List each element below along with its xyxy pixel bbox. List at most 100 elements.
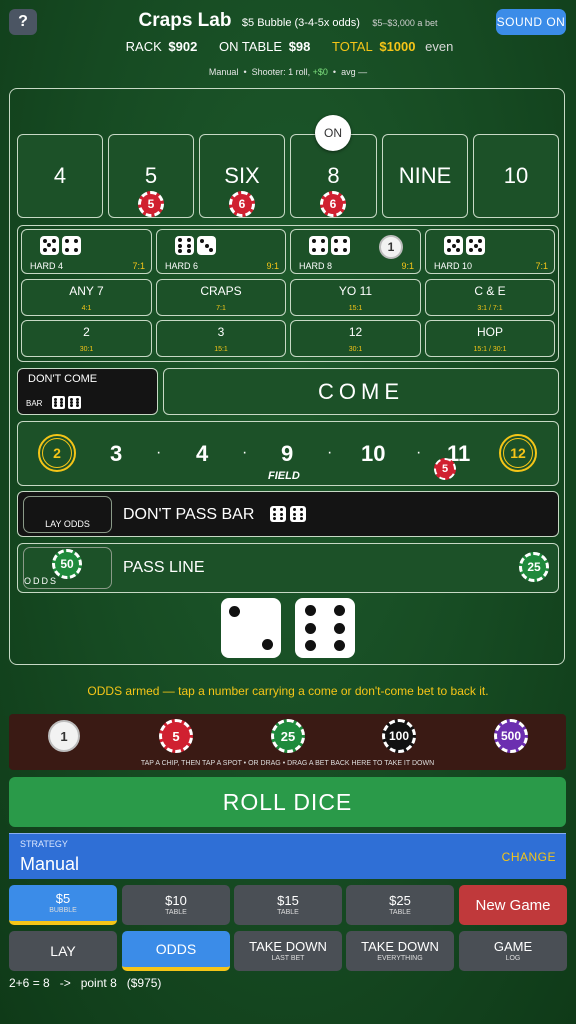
prop-name: 3 [217,325,225,339]
strategy-selector[interactable]: STRATEGY Manual CHANGE [9,833,566,879]
pass-odds-chip[interactable]: 50 [52,549,82,579]
strategy-caption: STRATEGY [20,839,68,849]
die-icon [270,506,286,522]
btn-sub-label: TABLE [277,908,299,916]
prop-odds: 4:1 [81,305,92,312]
prop-name: ANY 7 [69,284,104,298]
die-icon [221,598,281,658]
prop-odds: 15:1 [214,346,228,353]
on-puck: ON [315,115,351,151]
prop-odds: 30:1 [348,346,363,353]
dont-pass-label: DON'T PASS BAR [123,506,255,523]
field-dot: · [242,444,248,461]
hard-8[interactable]: 1 HARD 8 9:1 [290,229,421,274]
field-number: 9 [281,441,294,466]
pass-line-label: PASS LINE [123,559,205,576]
hard-6-label: HARD 6 [165,261,199,271]
sound-toggle-button[interactable]: SOUND ON [496,9,566,35]
prop-name: C & E [474,284,506,298]
prop-2[interactable]: 2 30:1 [21,320,152,357]
prop-c-and-e[interactable]: C & E 3:1 / 7:1 [425,279,555,316]
total-value: $1000 [379,39,416,54]
on-table-label: ON TABLE [218,39,283,54]
odds-button[interactable]: ODDS [122,931,230,971]
strategy-value: Manual [20,854,80,874]
hard-4[interactable]: HARD 4 7:1 [21,229,152,274]
prop-12[interactable]: 12 30:1 [290,320,421,357]
lay-odds-label: LAY ODDS [45,519,90,529]
lay-button[interactable]: LAY [9,931,117,971]
dont-come-label: DON'T COME [28,373,98,385]
place-6-label: SIX [224,163,260,188]
strategy-change-button[interactable]: CHANGE [502,850,556,864]
field-area[interactable]: 2 3 · 4 · 9 · 10 · 11 FIELD 12 [17,421,559,486]
pass-line-chip[interactable]: 25 [519,552,549,582]
hard-4-label: HARD 4 [30,261,64,271]
die-icon [466,236,485,255]
hard-6[interactable]: HARD 6 9:1 [156,229,286,274]
place-8-label: 8 [327,163,340,188]
rack-label: RACK [125,39,162,54]
btn-main-label: ODDS [155,941,197,957]
place-6-chip[interactable]: 6 [229,191,255,217]
hard-10[interactable]: HARD 10 7:1 [425,229,555,274]
place-10-label: 10 [503,163,529,188]
chip-tray-hint: TAP A CHIP, THEN TAP A SPOT • OR DRAG • … [140,760,435,767]
btn-main-label: GAME [493,938,533,954]
take-down-last-bet-button[interactable]: TAKE DOWN LAST BET [234,931,342,971]
table-min-5-button[interactable]: $5 BUBBLE [9,885,117,925]
dont-pass-bar-area[interactable]: LAY ODDS DON'T PASS BAR [17,491,559,537]
place-9[interactable]: NINE [382,134,468,218]
btn-sub-label: LOG [505,954,521,962]
tray-chip-1[interactable]: 1 [48,720,80,752]
place-9-label: NINE [398,163,452,188]
hard-8-label: HARD 8 [299,261,333,271]
field-ring-2-label: 2 [42,438,72,468]
dont-come-area[interactable]: DON'T COME BAR [17,368,158,415]
place-10[interactable]: 10 [473,134,559,218]
come-area[interactable]: COME [163,368,559,415]
prop-hop[interactable]: HOP 15:1 / 30:1 [425,320,555,357]
hard-8-chip[interactable]: 1 [379,235,403,259]
dont-come-bar-label: BAR [26,399,43,408]
tray-chip-500[interactable]: 500 [494,719,528,753]
tray-chip-100[interactable]: 100 [382,719,416,753]
prop-any-7[interactable]: ANY 7 4:1 [21,279,152,316]
bubble-info: $5 Bubble (3-4-5x odds) [241,17,360,29]
die-icon [290,506,306,522]
game-log-button[interactable]: GAME LOG [459,931,567,971]
btn-sub-label: EVERYTHING [377,954,423,962]
hard-10-odds: 7:1 [535,261,548,271]
prop-craps[interactable]: CRAPS 7:1 [156,279,286,316]
field-double-2-ring: 2 [38,434,76,472]
roll-dice-button[interactable]: ROLL DICE [9,777,566,827]
field-dot: · [156,444,162,461]
field-label: FIELD [268,470,300,482]
prop-name: 12 [348,325,363,339]
table-min-25-button[interactable]: $25 TABLE [346,885,454,925]
place-8-chip[interactable]: 6 [320,191,346,217]
place-4[interactable]: 4 [17,134,103,218]
lay-odds-well[interactable]: LAY ODDS [23,496,112,533]
table-min-10-button[interactable]: $10 TABLE [122,885,230,925]
prop-name: HOP [476,325,503,339]
take-down-everything-button[interactable]: TAKE DOWN EVERYTHING [346,931,454,971]
place-5-chip[interactable]: 5 [138,191,164,217]
tray-chip-25[interactable]: 25 [271,719,305,753]
field-triple-12-ring: 12 [499,434,537,472]
prop-3[interactable]: 3 15:1 [156,320,286,357]
prop-yo-11[interactable]: YO 11 15:1 [290,279,421,316]
pass-line-area[interactable]: ODDS PASS LINE [17,543,559,593]
status-mode: Manual [208,67,239,77]
die-icon [309,236,328,255]
title-row: Craps Lab $5 Bubble (3-4-5x odds) $5–$3,… [0,10,576,32]
tray-chip-5[interactable]: 5 [159,719,193,753]
place-4-label: 4 [53,163,67,188]
btn-sub-label: TABLE [165,908,187,916]
table-min-15-button[interactable]: $15 TABLE [234,885,342,925]
die-icon [197,236,216,255]
field-chip[interactable]: 5 [434,458,456,480]
pass-odds-label: ODDS [24,576,59,586]
new-game-button[interactable]: New Game [459,885,567,925]
btn-main-label: $15 [277,892,299,908]
